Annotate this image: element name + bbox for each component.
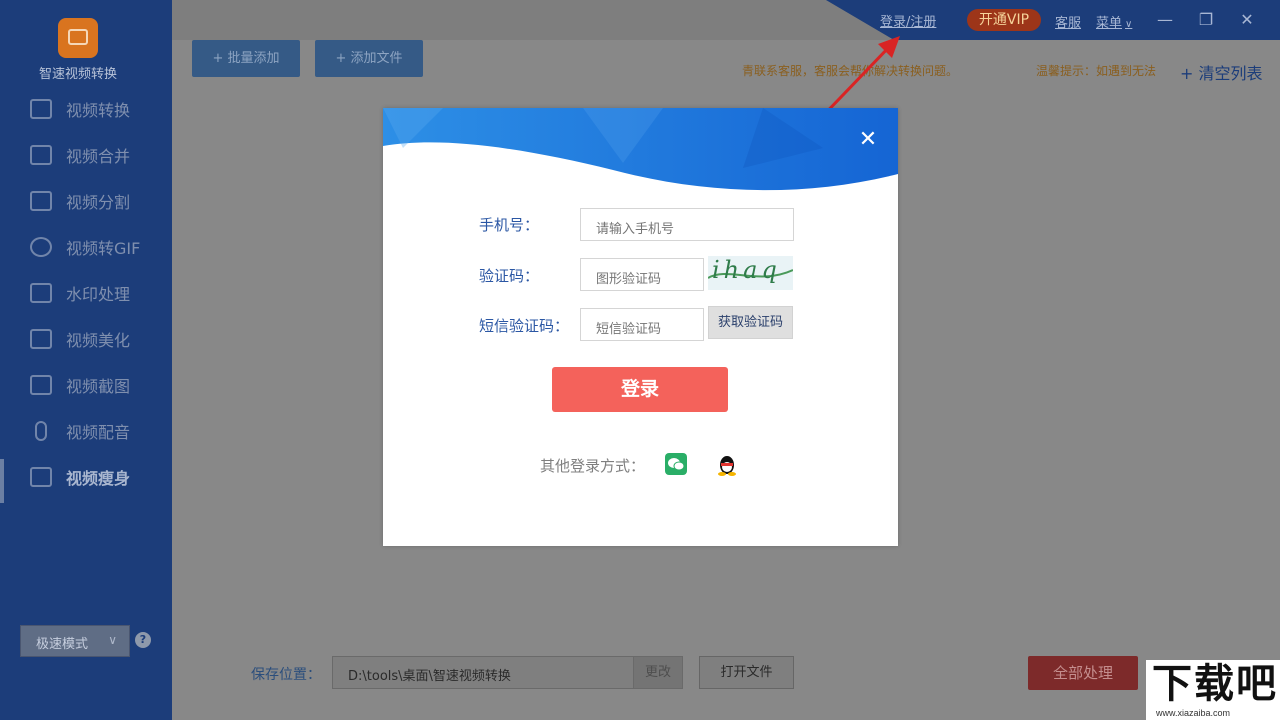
clear-list-button[interactable]: + 清空列表 [1180,60,1263,84]
captcha-label: 验证码： [479,267,540,285]
sidebar-item-video-compress[interactable]: 视频瘦身 [0,459,172,503]
phone-input[interactable] [580,208,794,241]
captcha-text: ihaq [712,256,781,284]
dialog-close-button[interactable]: ✕ [853,125,883,155]
sidebar-item-label: 视频分割 [66,193,131,212]
sidebar-item-label: 视频转GIF [66,239,141,258]
speed-mode-select[interactable]: 极速模式 ∨ [20,625,130,657]
process-all-button[interactable]: 全部处理 [1028,656,1138,690]
login-dialog: ✕ 手机号： 验证码： ihaq 短信验证码： 获取验证码 登录 其他登录方式： [383,108,898,546]
sidebar-item-label: 视频合并 [66,147,131,166]
sidebar-item-label: 视频美化 [66,331,131,350]
video-camera-icon [30,99,52,119]
login-register-link[interactable]: 登录/注册 [880,11,936,30]
restore-button[interactable]: ❐ [1194,8,1218,32]
other-login-label: 其他登录方式： [540,457,646,475]
sidebar-item-watermark[interactable]: 水印处理 [0,275,172,311]
close-window-button[interactable]: ✕ [1235,8,1259,32]
sms-code-label: 短信验证码： [479,317,570,335]
save-path-field[interactable]: D:\tools\桌面\智速视频转换 [332,656,634,689]
sidebar-item-video-dubbing[interactable]: 视频配音 [0,413,172,449]
help-icon[interactable]: ? [135,632,151,648]
tip-notice: 温馨提示：如遇到无法 [1036,64,1157,78]
speed-mode-value: 极速模式 [36,637,89,652]
merge-icon [30,145,52,165]
compress-icon [30,467,52,487]
sidebar-item-label: 视频配音 [66,423,131,442]
chevron-down-icon: ∨ [108,633,117,647]
convert-arrows-icon [30,237,52,257]
qq-icon[interactable] [717,452,737,476]
magic-wand-icon [30,329,52,349]
open-file-button[interactable]: 打开文件 [699,656,794,689]
vip-button[interactable]: 开通VIP [967,9,1041,31]
add-file-button[interactable]: + 添加文件 [315,40,423,77]
sidebar: 智速视频转换 视频转换 视频合并 视频分割 视频转GIF 水印处理 视频美化 视… [0,0,172,720]
wechat-icon[interactable] [665,453,687,475]
microphone-icon [35,421,47,441]
sidebar-item-video-screenshot[interactable]: 视频截图 [0,367,172,403]
captcha-input[interactable] [580,258,704,291]
sidebar-item-label: 水印处理 [66,285,131,304]
change-path-button[interactable]: 更改 [633,656,683,689]
watermark-title: 下载吧 [1152,661,1278,707]
get-code-button[interactable]: 获取验证码 [708,306,793,339]
sidebar-item-label: 视频瘦身 [66,469,131,488]
sidebar-item-video-to-gif[interactable]: 视频转GIF [0,229,172,265]
menu-label: 菜单 [1096,16,1123,31]
watermark-logo: 下载吧 www.xiazaiba.com [1146,660,1280,720]
sidebar-item-label: 视频截图 [66,377,131,396]
watermark-icon [30,283,52,303]
split-icon [30,191,52,211]
sidebar-item-video-beautify[interactable]: 视频美化 [0,321,172,357]
minimize-button[interactable]: — [1153,8,1177,32]
save-location-label: 保存位置： [251,667,321,683]
batch-add-button[interactable]: + 批量添加 [192,40,300,77]
menu-button[interactable]: 菜单 ∨ [1096,12,1132,31]
chevron-down-icon: ∨ [1125,19,1133,30]
customer-service-link[interactable]: 客服 [1055,12,1081,31]
sidebar-item-video-convert[interactable]: 视频转换 [0,91,172,127]
sidebar-item-video-split[interactable]: 视频分割 [0,183,172,219]
app-logo-icon [58,18,98,58]
dialog-header-wave [383,108,898,191]
app-name: 智速视频转换 [38,67,117,82]
image-icon [30,375,52,395]
captcha-image[interactable]: ihaq [708,256,793,290]
phone-label: 手机号： [479,216,540,234]
sms-code-input[interactable] [580,308,704,341]
watermark-url: www.xiazaiba.com [1156,708,1231,718]
sidebar-item-video-merge[interactable]: 视频合并 [0,137,172,173]
sidebar-item-label: 视频转换 [66,101,131,120]
login-button[interactable]: 登录 [552,367,728,412]
